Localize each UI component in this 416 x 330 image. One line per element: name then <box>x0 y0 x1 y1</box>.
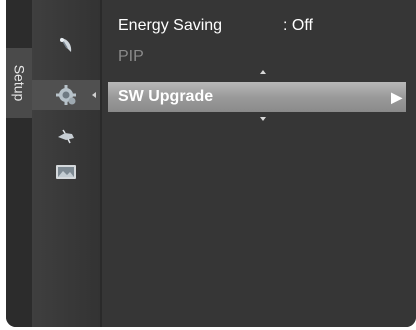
pip-label: PIP <box>118 48 144 65</box>
setup-tab[interactable]: Setup <box>6 48 32 118</box>
energy-saving-item[interactable]: Energy Saving : Off <box>102 14 416 38</box>
input-plug-icon <box>58 129 74 144</box>
satellite-dish-icon <box>60 37 72 52</box>
setup-tab-label: Setup <box>11 64 27 102</box>
pip-item: PIP <box>102 45 416 69</box>
input-category[interactable] <box>32 122 100 152</box>
energy-saving-value: : Off <box>283 17 313 34</box>
picture-screen-icon <box>56 165 76 179</box>
picture-category[interactable] <box>32 157 100 187</box>
scroll-down-indicator <box>260 117 266 121</box>
active-category-caret <box>92 92 96 98</box>
scroll-up-indicator <box>260 70 266 74</box>
setup-category[interactable] <box>32 80 100 110</box>
setup-options-list: Energy Saving : Off PIP SW Upgrade ▶ <box>102 0 416 327</box>
sw-upgrade-label: SW Upgrade <box>118 88 214 105</box>
energy-saving-label: Energy Saving <box>118 17 223 34</box>
submenu-arrow-icon: ▶ <box>391 89 402 105</box>
sw-upgrade-item[interactable]: SW Upgrade ▶ <box>108 82 406 112</box>
category-icon-column <box>32 0 100 327</box>
channel-category[interactable] <box>32 30 100 60</box>
setup-gear-icon <box>56 85 76 105</box>
setup-menu-osd: Setup Energy Saving: Off PIP SW Upgrade… <box>6 0 416 327</box>
